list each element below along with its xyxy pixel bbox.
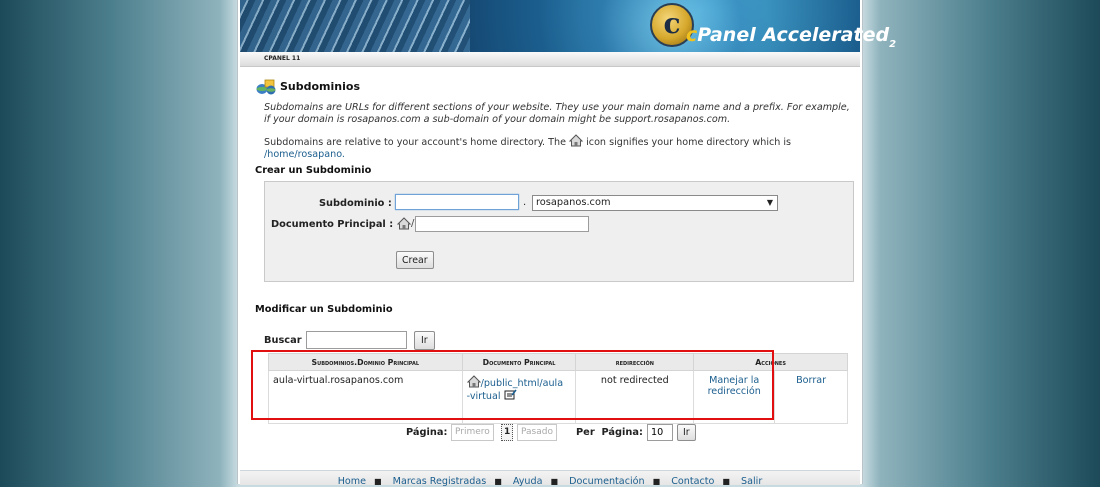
brand-panel: Panel — [697, 24, 756, 46]
per-page-input[interactable] — [647, 424, 673, 441]
manage-redirection-link[interactable]: Manejar la redirección — [708, 375, 761, 397]
footer-separator: ■ — [374, 477, 382, 486]
banner-cables-graphic — [240, 0, 470, 52]
subdomain-cell: aula-virtual.rosapanos.com — [268, 370, 463, 424]
document-root-link[interactable]: /public_html/aula — [481, 378, 563, 389]
per-page-go-button[interactable]: Ir — [677, 424, 696, 441]
column-header-document-root[interactable]: Documento Principal — [461, 353, 577, 371]
cpanel-brand-title: cPanel Accelerated2 — [686, 24, 896, 50]
home-icon — [397, 217, 411, 230]
subdomains-table: Subdominios.Dominio Principal Documento … — [268, 353, 848, 424]
footer-link-help[interactable]: Ayuda — [513, 476, 543, 487]
path-slash: / — [411, 218, 415, 229]
footer: Home ■ Marcas Registradas ■ Ayuda ■ Documen… — [240, 470, 860, 487]
create-button[interactable]: Crear — [396, 251, 434, 269]
edit-icon[interactable] — [504, 389, 517, 400]
footer-separator: ■ — [652, 477, 661, 486]
home-path: /home/rosapano. — [264, 149, 345, 160]
document-root-cell: /public_html/aula -virtual — [461, 370, 577, 424]
subdomain-input[interactable] — [395, 194, 519, 210]
domain-select-value: rosapanos.com — [536, 197, 611, 208]
pagination-label: Página: — [406, 427, 448, 438]
pagination-previous[interactable]: Pasado — [517, 424, 557, 441]
footer-link-logout[interactable]: Salir — [741, 476, 762, 487]
document-root-link-cont[interactable]: -virtual — [467, 391, 501, 402]
home-note-text-1: Subdomains are relative to your account'… — [264, 137, 566, 148]
redirection-cell: not redirected — [575, 370, 695, 424]
domain-select[interactable]: rosapanos.com ▼ — [532, 195, 778, 211]
column-header-redirection[interactable]: redirección — [575, 353, 695, 371]
pagination-first[interactable]: Primero — [451, 424, 494, 441]
pagination-current-page[interactable]: 1 — [501, 424, 514, 441]
version-label: CPANEL 11 — [264, 55, 301, 62]
footer-link-home[interactable]: Home — [338, 476, 366, 487]
column-header-subdomain[interactable]: Subdominios.Dominio Principal — [268, 353, 463, 371]
document-root-label: Documento Principal : — [271, 219, 394, 230]
dropdown-arrow-icon: ▼ — [766, 198, 773, 207]
search-input[interactable] — [306, 331, 407, 349]
footer-link-trademarks[interactable]: Marcas Registradas — [393, 476, 487, 487]
per-page-label: Per Página: — [576, 427, 643, 438]
manage-redirection-wrap: Manejar la redirección — [694, 371, 776, 423]
actions-cell: Manejar la redirección Borrar — [693, 370, 848, 424]
page-title: Subdominios — [280, 80, 360, 93]
modify-heading-text: Modificar un Subdominio — [255, 304, 393, 315]
footer-separator: ■ — [722, 477, 730, 486]
search-label: Buscar — [264, 335, 302, 346]
subdomain-label: Subdominio : — [319, 198, 392, 209]
footer-separator: ■ — [494, 477, 502, 486]
subdomain-name: aula-virtual.rosapanos.com — [273, 375, 404, 386]
home-note-text-2: icon signifies your home directory which… — [586, 137, 792, 148]
create-heading-text: Crear un Subdominio — [255, 165, 372, 176]
delete-wrap: Borrar — [775, 371, 847, 423]
home-icon — [466, 375, 481, 388]
search-go-button[interactable]: Ir — [414, 331, 435, 350]
domain-separator-dot: . — [523, 197, 527, 208]
document-root-input[interactable] — [415, 216, 589, 232]
footer-link-contact[interactable]: Contacto — [671, 476, 714, 487]
table-header-row: Subdominios.Dominio Principal Documento … — [268, 353, 848, 371]
footer-links: Home ■ Marcas Registradas ■ Ayuda ■ Documen… — [240, 476, 860, 487]
table-row: aula-virtual.rosapanos.com /public_html/… — [268, 370, 848, 424]
version-bar: CPANEL 11 — [240, 52, 860, 67]
modify-subdomain-heading: Modificar un Subdominio — [255, 304, 393, 315]
subdomains-icon — [256, 79, 276, 95]
footer-separator: ■ — [550, 477, 559, 486]
create-subdomain-heading: Crear un Subdominio — [255, 165, 371, 176]
page-description: Subdomains are URLs for different sectio… — [264, 102, 850, 125]
home-directory-note: Subdomains are relative to your account'… — [264, 134, 854, 161]
brand-sub: 2 — [889, 39, 897, 50]
brand-c: c — [686, 24, 698, 46]
home-icon — [569, 134, 584, 147]
delete-link[interactable]: Borrar — [796, 375, 826, 386]
brand-accelerated: Accelerated — [762, 24, 890, 46]
footer-link-documentation[interactable]: Documentación — [569, 476, 644, 487]
redirection-status: not redirected — [600, 375, 669, 386]
column-header-actions: Acciones — [693, 353, 848, 371]
